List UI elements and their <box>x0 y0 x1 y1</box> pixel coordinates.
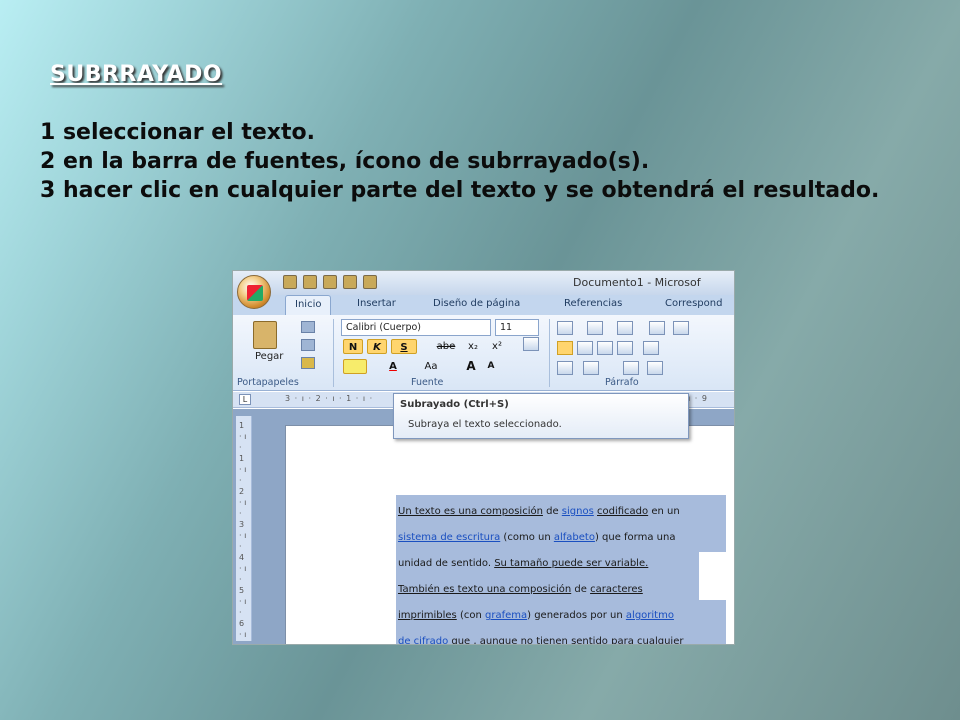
title-bar: Documento1 - Microsof <box>233 271 734 295</box>
window-title: Documento1 - Microsof <box>573 276 701 289</box>
highlight-button[interactable] <box>343 359 367 374</box>
document-line: También es texto una composición de cara… <box>398 577 734 603</box>
office-logo-icon <box>247 285 263 301</box>
group-divider <box>333 319 334 387</box>
show-marks-icon[interactable] <box>647 361 663 375</box>
quick-access-toolbar <box>283 275 377 289</box>
text-run: unidad de sentido. <box>398 558 495 569</box>
group-label-parrafo: Párrafo <box>605 377 639 388</box>
tab-insertar[interactable]: Insertar <box>357 298 396 309</box>
steps-list: 1 seleccionar el texto. 2 en la barra de… <box>40 118 900 205</box>
text-run: ) que forma una <box>594 532 676 543</box>
tooltip-title: Subrayado (Ctrl+S) <box>400 399 509 410</box>
text-run: sistema de escritura <box>398 532 501 543</box>
increase-indent-icon[interactable] <box>673 321 689 335</box>
group-divider <box>549 319 550 387</box>
new-doc-icon[interactable] <box>283 275 297 289</box>
ruler-marks-right: ı · 9 <box>688 394 708 403</box>
align-left-icon[interactable] <box>557 341 573 355</box>
font-size-combo[interactable]: 11 <box>495 319 539 336</box>
text-run: Su tamaño puede ser variable. <box>494 558 649 569</box>
font-name-combo[interactable]: Calibri (Cuerpo) <box>341 319 491 336</box>
open-folder-icon[interactable] <box>303 275 317 289</box>
ruler-marks: 3 · ı · 2 · ı · 1 · ı · <box>285 394 374 403</box>
text-run: ) generados por un <box>527 610 626 621</box>
text-run: imprimibles <box>398 610 457 621</box>
numbering-icon[interactable] <box>587 321 603 335</box>
strikethrough-button[interactable]: abe <box>433 339 459 354</box>
ribbon: Pegar Portapapeles Calibri (Cuerpo) 11 N… <box>233 315 734 391</box>
decrease-indent-icon[interactable] <box>649 321 665 335</box>
text-run: algoritmo <box>625 610 674 621</box>
underline-button[interactable]: S <box>391 339 417 354</box>
change-case-button[interactable]: Aa <box>419 359 443 374</box>
vertical-ruler-marks: 1 · ı · 1 · ı · 2 · ı · 3 · ı · 4 · ı · … <box>239 421 247 644</box>
group-label-fuente: Fuente <box>411 377 444 388</box>
shrink-font-button[interactable]: A <box>483 359 499 374</box>
tab-referencias[interactable]: Referencias <box>564 298 622 309</box>
justify-icon[interactable] <box>617 341 633 355</box>
text-run: También es texto una composición <box>398 584 572 595</box>
word-screenshot: Documento1 - Microsof Inicio Insertar Di… <box>232 270 735 645</box>
step-2: 2 en la barra de fuentes, ícono de subrr… <box>40 149 650 174</box>
paste-button-label[interactable]: Pegar <box>255 351 283 362</box>
document-line: Un texto es una composición de signos co… <box>398 499 734 525</box>
text-run: de cifrado <box>398 636 449 645</box>
sort-icon[interactable] <box>623 361 639 375</box>
text-run: que , <box>448 636 480 645</box>
text-run: de <box>542 506 562 517</box>
text-run: signos <box>561 506 594 517</box>
vertical-ruler: 1 · ı · 1 · ı · 2 · ı · 3 · ı · 4 · ı · … <box>236 416 252 644</box>
office-button[interactable] <box>237 275 271 309</box>
text-run: alfabeto <box>553 532 595 543</box>
text-run: grafema <box>484 610 528 621</box>
cut-icon[interactable] <box>301 321 315 333</box>
print-preview-icon[interactable] <box>363 275 377 289</box>
tab-correspondencia[interactable]: Correspond <box>665 298 722 309</box>
text-run: Un texto es una composición <box>398 506 543 517</box>
document-line: imprimibles (con grafema) generados por … <box>398 603 734 629</box>
tab-inicio[interactable]: Inicio <box>285 295 332 315</box>
slide-title: SUBRRAYADO <box>50 62 223 87</box>
document-text[interactable]: Un texto es una composición de signos co… <box>398 499 734 645</box>
italic-button[interactable]: K <box>367 339 387 354</box>
text-run: (con <box>456 610 485 621</box>
align-right-icon[interactable] <box>597 341 613 355</box>
align-center-icon[interactable] <box>577 341 593 355</box>
print-icon[interactable] <box>343 275 357 289</box>
ribbon-tabs: Inicio Insertar Diseño de página Referen… <box>233 295 734 315</box>
multilevel-list-icon[interactable] <box>617 321 633 335</box>
bold-button[interactable]: N <box>343 339 363 354</box>
tab-diseno-pagina[interactable]: Diseño de página <box>433 298 520 309</box>
borders-icon[interactable] <box>583 361 599 375</box>
document-line: sistema de escritura (como un alfabeto) … <box>398 525 734 551</box>
text-run: caracteres <box>590 584 643 595</box>
paste-icon[interactable] <box>253 321 277 349</box>
font-color-button[interactable]: A <box>383 359 403 374</box>
text-run: (como un <box>500 532 554 543</box>
text-run: de <box>571 584 591 595</box>
step-3: 3 hacer clic en cualquier parte del text… <box>40 178 880 203</box>
grow-font-button[interactable]: A <box>463 359 479 374</box>
text-run: codificado <box>597 506 649 517</box>
format-painter-icon[interactable] <box>301 357 315 369</box>
step-1: 1 seleccionar el texto. <box>40 120 315 145</box>
clear-format-icon[interactable] <box>523 337 539 351</box>
text-run: en un <box>648 506 680 517</box>
tab-selector[interactable]: L <box>239 394 251 405</box>
tooltip-description: Subraya el texto seleccionado. <box>408 419 562 430</box>
group-label-portapapeles: Portapapeles <box>237 377 299 388</box>
document-line: de cifrado que , aunque no tienen sentid… <box>398 629 734 645</box>
line-spacing-icon[interactable] <box>643 341 659 355</box>
superscript-button[interactable]: x² <box>487 339 507 354</box>
save-icon[interactable] <box>323 275 337 289</box>
text-run: aunque no tienen sentido para cualquier <box>479 636 684 645</box>
subscript-button[interactable]: x₂ <box>463 339 483 354</box>
document-line: unidad de sentido. Su tamaño puede ser v… <box>398 551 734 577</box>
bullets-icon[interactable] <box>557 321 573 335</box>
shading-icon[interactable] <box>557 361 573 375</box>
copy-icon[interactable] <box>301 339 315 351</box>
underline-tooltip: Subrayado (Ctrl+S) Subraya el texto sele… <box>393 393 689 439</box>
